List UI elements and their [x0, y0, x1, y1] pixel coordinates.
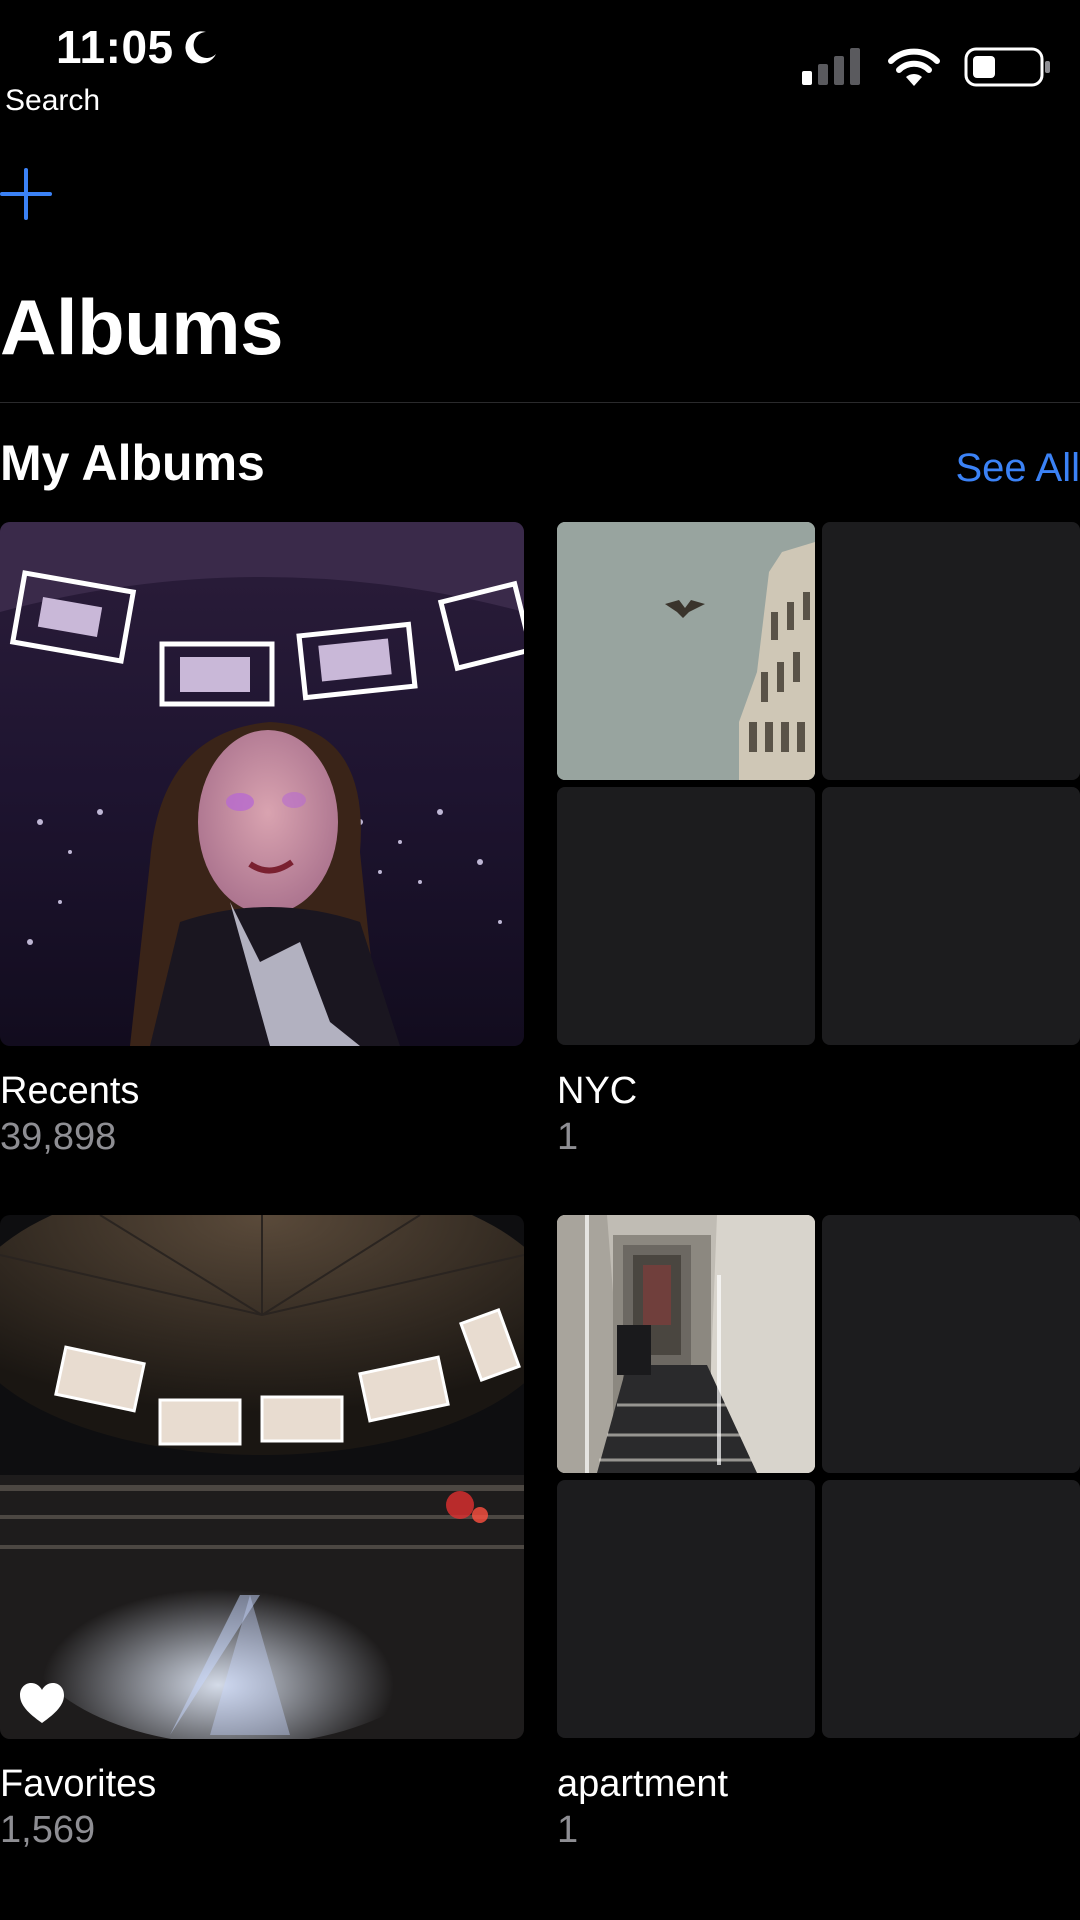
- album-cover-nyc: [557, 522, 815, 780]
- album-name: NYC: [557, 1070, 638, 1112]
- section-title: My Albums: [0, 435, 265, 491]
- album-count: 1,569: [0, 1809, 96, 1851]
- title-divider: [0, 402, 1080, 403]
- album-grid-cell: [822, 522, 1080, 780]
- page-title: Albums: [0, 283, 284, 371]
- album-count: 1: [557, 1809, 579, 1851]
- plus-icon: [0, 168, 52, 220]
- album-name: Favorites: [0, 1763, 157, 1805]
- album-cover-apartment: [557, 1215, 815, 1473]
- album-cover-recents: [0, 522, 524, 1046]
- album-grid-cell: [822, 787, 1080, 1045]
- add-album-button[interactable]: [0, 168, 52, 220]
- back-to-search-link[interactable]: Search: [5, 84, 100, 118]
- album-grid-cell: [557, 1480, 815, 1738]
- battery-icon: [964, 46, 1052, 88]
- album-grid-cell: [822, 1215, 1080, 1473]
- album-apartment[interactable]: apartment 1: [557, 1215, 1080, 1855]
- album-nyc[interactable]: NYC 1: [557, 522, 1080, 1162]
- album-grid-cell: [557, 787, 815, 1045]
- album-count: 1: [557, 1116, 579, 1158]
- album-name: apartment: [557, 1763, 729, 1805]
- album-grid-cell: [822, 1480, 1080, 1738]
- heart-icon: [18, 1681, 66, 1725]
- album-favorites[interactable]: Favorites 1,569: [0, 1215, 524, 1855]
- album-name: Recents: [0, 1070, 140, 1112]
- cellular-signal-icon: [802, 47, 864, 87]
- album-recents[interactable]: Recents 39,898: [0, 522, 524, 1162]
- status-indicators: [802, 46, 1052, 88]
- see-all-button[interactable]: See All: [955, 446, 1080, 491]
- status-time: 11:05: [56, 20, 220, 74]
- album-cover-favorites: [0, 1215, 524, 1739]
- album-count: 39,898: [0, 1116, 117, 1158]
- moon-icon: [182, 28, 220, 66]
- status-time-text: 11:05: [56, 21, 174, 73]
- wifi-icon: [886, 46, 942, 88]
